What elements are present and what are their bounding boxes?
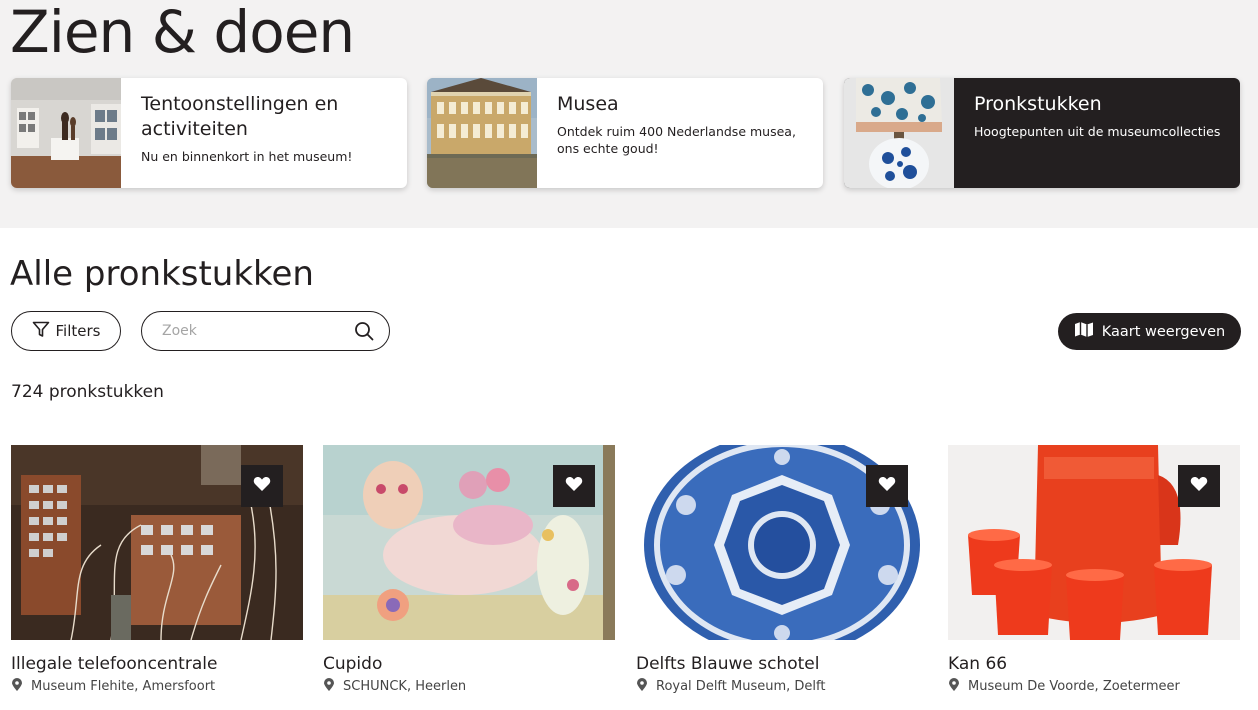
card-highlights[interactable]: Pronkstukken Hoogtepunten uit de museumc…: [844, 78, 1240, 188]
card-subtitle: Nu en binnenkort in het museum!: [141, 149, 353, 164]
heart-icon: [565, 476, 583, 496]
card-subtitle: Hoogtepunten uit de museumcollecties: [974, 124, 1221, 139]
highlight-item: Cupido SCHUNCK, Heerlen: [323, 445, 615, 695]
show-map-button[interactable]: Kaart weergeven: [1058, 313, 1241, 350]
page-title: Zien & doen: [10, 0, 355, 66]
item-image[interactable]: [948, 445, 1240, 640]
location-pin-icon: [636, 678, 656, 695]
card-title: Pronkstukken: [974, 93, 1102, 115]
item-image[interactable]: [636, 445, 928, 640]
heart-icon: [1190, 476, 1208, 496]
favorite-button[interactable]: [1178, 465, 1220, 507]
top-section: Zien & doen Tentoonstellingen en activit…: [0, 0, 1258, 228]
item-location-label: Royal Delft Museum, Delft: [656, 679, 826, 694]
item-location-label: Museum Flehite, Amersfoort: [31, 679, 216, 694]
search-icon[interactable]: [354, 321, 374, 345]
item-name[interactable]: Kan 66: [948, 653, 1240, 675]
show-map-label: Kaart weergeven: [1101, 323, 1226, 340]
favorite-button[interactable]: [241, 465, 283, 507]
card-exhibitions[interactable]: Tentoonstellingen en activiteiten Nu en …: [11, 78, 407, 188]
card-museums-image: [427, 78, 537, 188]
location-pin-icon: [323, 678, 343, 695]
highlight-item: Illegale telefooncentrale Museum Flehite…: [11, 445, 303, 695]
filter-icon: [32, 321, 56, 342]
search-field[interactable]: [141, 311, 390, 351]
item-name[interactable]: Delfts Blauwe schotel: [636, 653, 928, 675]
location-pin-icon: [948, 678, 968, 695]
section-title: Alle pronkstukken: [10, 254, 314, 294]
item-location: SCHUNCK, Heerlen: [323, 678, 615, 695]
item-name[interactable]: Illegale telefooncentrale: [11, 653, 303, 675]
heart-icon: [878, 476, 896, 496]
item-image[interactable]: [323, 445, 615, 640]
card-title: Tentoonstellingen en activiteiten: [141, 93, 339, 140]
card-title: Musea: [557, 93, 619, 115]
results-count: 724 pronkstukken: [11, 382, 164, 402]
item-location-label: Museum De Voorde, Zoetermeer: [968, 679, 1180, 694]
favorite-button[interactable]: [553, 465, 595, 507]
map-icon: [1074, 321, 1102, 342]
filters-label: Filters: [55, 322, 101, 340]
card-museums[interactable]: Musea Ontdek ruim 400 Nederlandse musea,…: [427, 78, 823, 188]
card-exhibitions-image: [11, 78, 121, 188]
item-location: Museum Flehite, Amersfoort: [11, 678, 303, 695]
heart-icon: [253, 476, 271, 496]
favorite-button[interactable]: [866, 465, 908, 507]
highlight-item: Kan 66 Museum De Voorde, Zoetermeer: [948, 445, 1240, 695]
location-pin-icon: [11, 678, 31, 695]
filters-button[interactable]: Filters: [11, 311, 121, 351]
card-subtitle: Ontdek ruim 400 Nederlandse musea, ons e…: [557, 124, 796, 156]
highlight-item: Delfts Blauwe schotel Royal Delft Museum…: [636, 445, 928, 695]
card-highlights-image: [844, 78, 954, 188]
search-input[interactable]: [162, 323, 342, 339]
item-name[interactable]: Cupido: [323, 653, 615, 675]
item-location-label: SCHUNCK, Heerlen: [343, 679, 467, 694]
item-location: Royal Delft Museum, Delft: [636, 678, 928, 695]
item-image[interactable]: [11, 445, 303, 640]
item-location: Museum De Voorde, Zoetermeer: [948, 678, 1240, 695]
